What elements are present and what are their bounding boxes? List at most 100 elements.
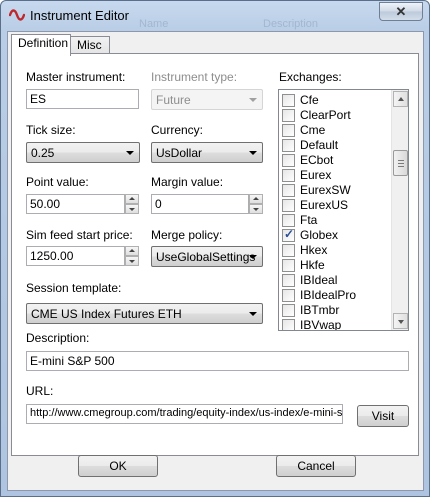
exchange-item[interactable]: IBVwap	[281, 317, 393, 330]
chevron-down-icon	[249, 255, 257, 259]
exchanges-label: Exchanges:	[279, 70, 342, 84]
exchange-item[interactable]: IBIdealPro	[281, 287, 393, 302]
exchange-label: Cme	[300, 123, 326, 137]
arrow-up-icon	[129, 197, 135, 200]
sim-feed-start-price-field[interactable]: 1250.00	[26, 246, 125, 266]
chevron-down-icon	[249, 312, 257, 316]
exchange-checkbox[interactable]	[282, 154, 295, 167]
instrument-type-label: Instrument type:	[151, 70, 238, 84]
exchange-checkbox[interactable]	[282, 319, 295, 330]
exchange-label: IBIdealPro	[300, 288, 357, 302]
exchange-label: Hkfe	[300, 258, 325, 272]
exchange-label: Fta	[300, 213, 318, 227]
exchanges-list[interactable]: Cfe ClearPort Cme Default ECbot Eurex EurexSW E…	[278, 89, 409, 331]
exchange-checkbox[interactable]	[282, 304, 295, 317]
exchange-checkbox[interactable]	[282, 259, 295, 272]
exchange-item[interactable]: Hkex	[281, 242, 393, 257]
exchange-checkbox[interactable]	[282, 244, 295, 257]
exchange-checkbox[interactable]	[282, 109, 295, 122]
exchange-item[interactable]: Eurex	[281, 167, 393, 182]
visit-button[interactable]: Visit	[357, 405, 409, 427]
sim-feed-start-price-label: Sim feed start price:	[26, 228, 133, 242]
exchange-checkbox[interactable]	[282, 199, 295, 212]
margin-value-field[interactable]: 0	[151, 194, 249, 214]
exchange-label: IBTmbr	[300, 303, 340, 317]
ghost-header-name: Name	[139, 18, 169, 30]
url-field[interactable]: http://www.cmegroup.com/trading/equity-i…	[26, 404, 343, 424]
merge-policy-dropdown[interactable]: UseGlobalSettings	[151, 246, 263, 267]
exchange-checkbox[interactable]	[282, 214, 295, 227]
master-instrument-label: Master instrument:	[26, 70, 126, 84]
ghost-header-description: Description	[263, 18, 319, 30]
exchange-checkbox[interactable]	[282, 274, 295, 287]
exchange-checkbox[interactable]	[282, 139, 295, 152]
spin-up-button[interactable]	[125, 246, 139, 256]
exchange-item[interactable]: Fta	[281, 212, 393, 227]
scroll-thumb[interactable]	[393, 150, 408, 176]
instrument-type-dropdown: Future	[151, 89, 263, 110]
point-value-field[interactable]: 50.00	[26, 194, 125, 214]
instrument-type-value: Future	[156, 93, 191, 107]
exchange-item[interactable]: EurexUS	[281, 197, 393, 212]
exchange-label: Cfe	[300, 93, 319, 107]
url-label: URL:	[26, 384, 54, 398]
exchange-checkbox[interactable]	[282, 124, 295, 137]
arrow-down-icon	[253, 208, 259, 211]
sim-feed-start-price-stepper[interactable]: 1250.00	[26, 246, 139, 266]
exchange-label: Globex	[300, 228, 339, 242]
instrument-editor-window: Instrument Editor Name Description ✕ Def…	[0, 0, 430, 497]
exchange-checkbox[interactable]: ✓	[282, 227, 295, 242]
exchange-checkbox[interactable]	[282, 169, 295, 182]
dialog-client-area: Definition Misc Master instrument: ES In…	[7, 31, 424, 491]
chevron-down-icon	[249, 151, 257, 155]
exchange-item[interactable]: ECbot	[281, 152, 393, 167]
exchange-label: EurexUS	[300, 198, 349, 212]
arrow-up-icon	[398, 97, 404, 101]
session-template-value: CME US Index Futures ETH	[31, 307, 182, 321]
exchange-item[interactable]: IBTmbr	[281, 302, 393, 317]
exchange-checkbox[interactable]	[282, 184, 295, 197]
exchange-checkbox[interactable]	[282, 289, 295, 302]
exchange-checkbox[interactable]	[282, 94, 295, 107]
chevron-down-icon	[249, 98, 257, 102]
exchange-item[interactable]: Default	[281, 137, 393, 152]
currency-dropdown[interactable]: UsDollar	[151, 142, 263, 163]
title-bar[interactable]: Instrument Editor Name Description ✕	[1, 1, 429, 30]
exchange-item[interactable]: Cfe	[281, 92, 393, 107]
session-template-label: Session template:	[26, 281, 122, 295]
spin-down-button[interactable]	[249, 204, 263, 214]
scroll-up-button[interactable]	[393, 91, 408, 107]
margin-value-stepper[interactable]: 0	[151, 194, 263, 214]
session-template-dropdown[interactable]: CME US Index Futures ETH	[26, 303, 263, 324]
description-field[interactable]: E-mini S&P 500	[26, 351, 409, 371]
description-label: Description:	[26, 331, 90, 345]
exchange-label: Default	[300, 138, 339, 152]
exchange-item[interactable]: ClearPort	[281, 107, 393, 122]
exchange-item[interactable]: Cme	[281, 122, 393, 137]
arrow-up-icon	[253, 197, 259, 200]
spin-up-button[interactable]	[249, 194, 263, 204]
exchange-item[interactable]: IBIdeal	[281, 272, 393, 287]
tab-definition[interactable]: Definition	[11, 34, 71, 56]
exchange-label: EurexSW	[300, 183, 351, 197]
definition-panel: Master instrument: ES Instrument type: F…	[11, 53, 419, 456]
exchange-item[interactable]: EurexSW	[281, 182, 393, 197]
scroll-down-button[interactable]	[393, 313, 408, 329]
spin-down-button[interactable]	[125, 256, 139, 266]
merge-policy-label: Merge policy:	[151, 228, 223, 242]
point-value-stepper[interactable]: 50.00	[26, 194, 139, 214]
margin-value-label: Margin value:	[151, 175, 224, 189]
exchange-item[interactable]: Hkfe	[281, 257, 393, 272]
cancel-button[interactable]: Cancel	[276, 455, 356, 477]
spin-up-button[interactable]	[125, 194, 139, 204]
spin-down-button[interactable]	[125, 204, 139, 214]
ok-button[interactable]: OK	[78, 455, 158, 477]
tick-size-dropdown[interactable]: 0.25	[26, 142, 140, 163]
exchanges-scrollbar[interactable]	[391, 90, 408, 330]
arrow-down-icon	[129, 260, 135, 263]
currency-value: UsDollar	[156, 146, 203, 160]
exchange-item[interactable]: ✓ Globex	[281, 227, 393, 242]
app-logo-icon	[9, 9, 25, 21]
master-instrument-field[interactable]: ES	[26, 89, 139, 109]
close-button[interactable]: ✕	[379, 2, 423, 21]
